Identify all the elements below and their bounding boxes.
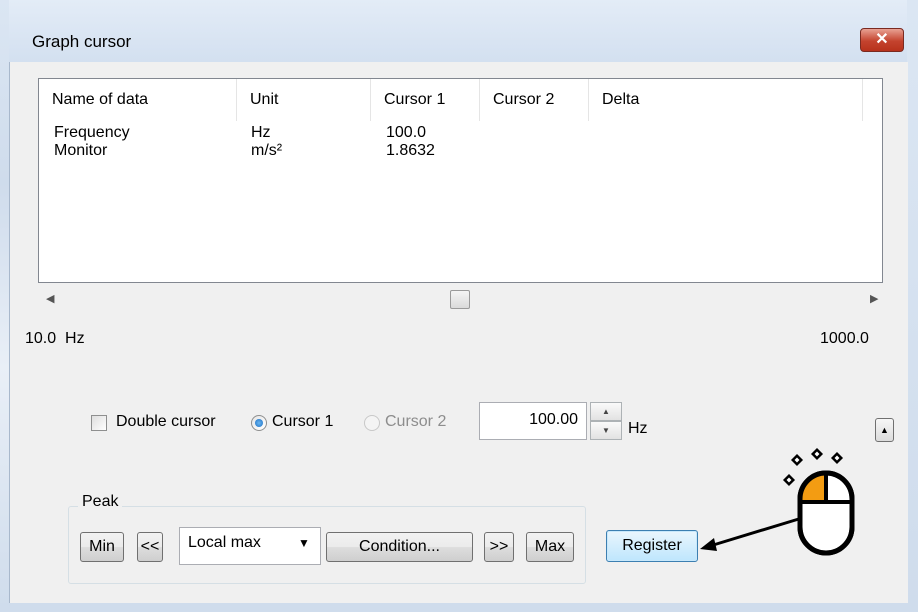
row-frequency-name[interactable]: Frequency [54, 124, 130, 142]
cursor-value-unit: Hz [628, 420, 648, 437]
scroll-thumb[interactable] [449, 290, 470, 309]
title-bar [0, 0, 918, 62]
peak-min-button[interactable]: Min [80, 532, 124, 562]
cursor1-radio[interactable] [251, 415, 267, 431]
collapse-up-button[interactable]: ▲ [875, 418, 894, 442]
mouse-icon [797, 470, 855, 556]
register-button[interactable]: Register [606, 530, 698, 562]
close-button[interactable]: ✕ [860, 28, 904, 52]
peak-max-button[interactable]: Max [526, 532, 574, 562]
spin-down-icon[interactable]: ▼ [590, 421, 622, 440]
row-monitor-name[interactable]: Monitor [54, 142, 107, 160]
column-header-cursor2[interactable]: Cursor 2 [480, 79, 589, 121]
column-header-cursor1[interactable]: Cursor 1 [371, 79, 480, 121]
dropdown-arrow-icon[interactable]: ▼ [298, 528, 310, 558]
cursor1-label[interactable]: Cursor 1 [272, 413, 333, 431]
column-header-delta[interactable]: Delta [589, 79, 863, 121]
cursor2-radio [364, 415, 380, 431]
cursor2-label: Cursor 2 [385, 413, 447, 430]
row-monitor-cursor1: 1.8632 [386, 142, 435, 159]
cursor-value-spinner[interactable]: ▲ ▼ [590, 402, 622, 440]
column-header-name[interactable]: Name of data [39, 79, 237, 121]
condition-button[interactable]: Condition... [326, 532, 473, 562]
pointer-arrow-icon [700, 516, 803, 551]
cursor-value-input[interactable]: 100.00 [479, 402, 587, 440]
double-cursor-checkbox[interactable] [91, 415, 107, 431]
spin-up-icon[interactable]: ▲ [590, 402, 622, 421]
window-frame-right [907, 0, 918, 612]
double-cursor-label[interactable]: Double cursor [116, 413, 216, 431]
peak-next-button[interactable]: >> [484, 532, 514, 562]
column-header-unit[interactable]: Unit [237, 79, 371, 121]
data-list[interactable]: Name of data Unit Cursor 1 Cursor 2 Delt… [38, 78, 883, 283]
range-max-label: 1000.0 [820, 330, 869, 347]
row-frequency-cursor1: 100.0 [386, 124, 427, 141]
cursor-position-scrollbar[interactable]: ◀ ▶ [38, 290, 881, 309]
scroll-left-icon[interactable]: ◀ [46, 292, 54, 305]
row-frequency-unit: Hz [251, 124, 271, 141]
row-monitor-unit: m/s² [251, 142, 283, 159]
mouse-click-annotation [700, 447, 855, 556]
window-frame-left [0, 0, 9, 612]
window-title: Graph cursor [32, 32, 132, 51]
list-header: Name of data Unit Cursor 1 Cursor 2 Delt… [39, 79, 882, 121]
peak-mode-select[interactable]: Local max ▼ [179, 527, 321, 565]
scroll-right-icon[interactable]: ▶ [870, 292, 878, 305]
range-min-label: 10.0 Hz [25, 330, 85, 347]
peak-previous-button[interactable]: << [137, 532, 163, 562]
peak-group-title: Peak [78, 493, 123, 511]
peak-mode-value: Local max [188, 534, 261, 551]
